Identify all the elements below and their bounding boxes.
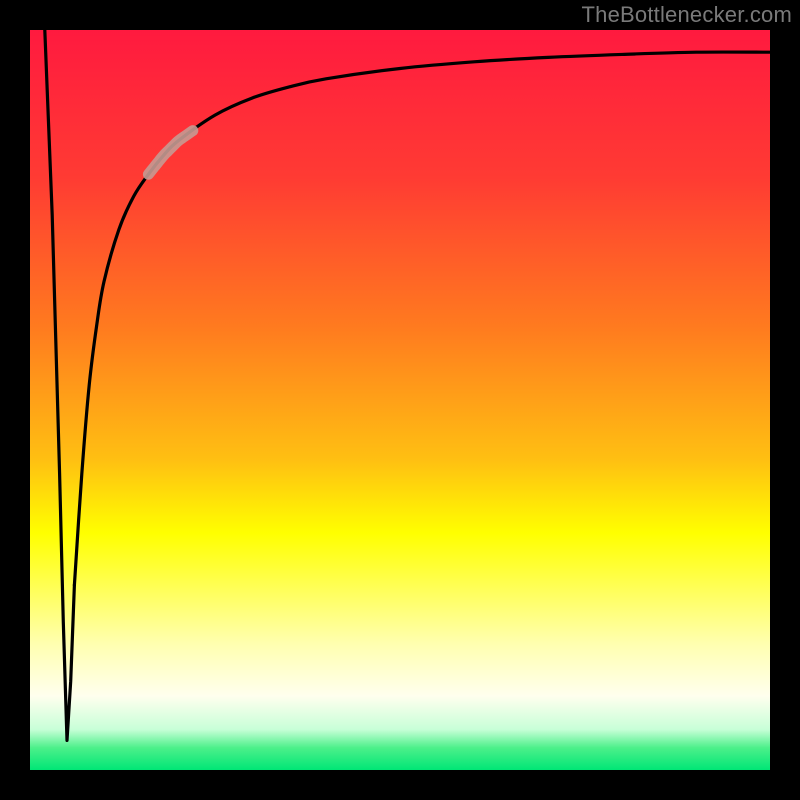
chart-svg — [30, 30, 770, 770]
chart-frame: TheBottlenecker.com — [0, 0, 800, 800]
gradient-bg — [30, 30, 770, 770]
plot-area — [30, 30, 770, 770]
attribution-text: TheBottlenecker.com — [582, 2, 792, 28]
